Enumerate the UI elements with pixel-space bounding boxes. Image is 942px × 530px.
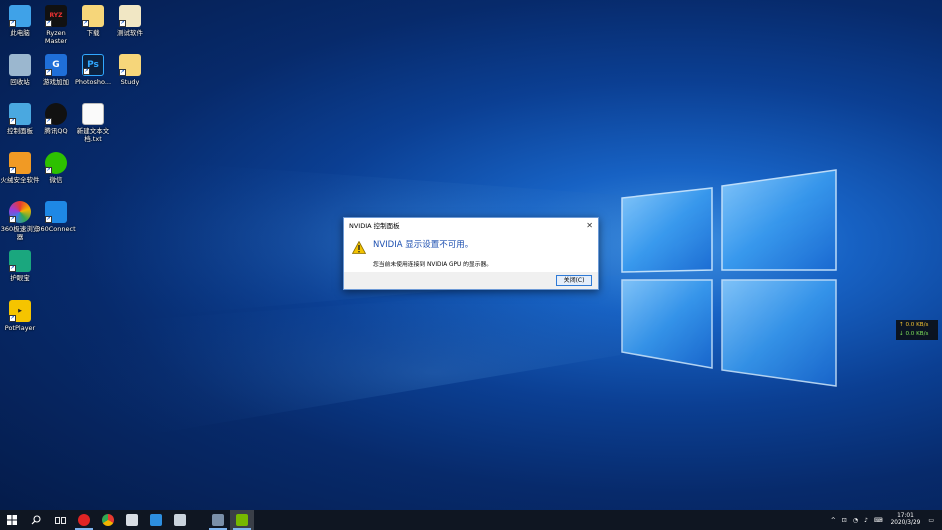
dialog-message: NVIDIA 显示设置不可用。 [373, 240, 474, 250]
desktop-icon-new-text-file[interactable]: 新建文本文档.txt [73, 103, 113, 143]
tray-wifi-icon[interactable]: ◔ [850, 517, 861, 524]
taskbar-spacer [192, 510, 206, 530]
desktop-icon-study[interactable]: ↗ Study [110, 54, 150, 86]
dialog-detail: 您当前未使用连接到 NVIDIA GPU 的显示器。 [373, 262, 493, 268]
taskbar-nvidia-control-panel[interactable] [230, 510, 254, 530]
potplayer-icon: ▶ ↗ [9, 300, 31, 322]
taskbar-app[interactable] [144, 510, 168, 530]
photoshop-icon: Ps ↗ [82, 54, 104, 76]
task-view-icon [54, 516, 66, 524]
desktop-icon-ryzen-master[interactable]: RYZ ↗ Ryzen Master [36, 5, 76, 45]
folder-icon: ↗ [119, 5, 141, 27]
taskbar-nvidia-a[interactable] [206, 510, 230, 530]
folder-icon: ↗ [82, 5, 104, 27]
task-view-button[interactable] [48, 510, 72, 530]
close-button[interactable]: 关闭(C) [556, 275, 592, 286]
360-browser-icon: ↗ [9, 201, 31, 223]
network-speed-widget: ↑ 0.0 KB/s ↓ 0.0 KB/s [896, 320, 938, 340]
desktop-icon-360connect[interactable]: ↗ 360Connect [36, 201, 76, 233]
desktop-icon-360-browser[interactable]: ↗ 360极速浏览器 [0, 201, 40, 241]
nvidia-icon-a [212, 514, 224, 526]
huorong-icon: ↗ [9, 152, 31, 174]
folder-icon: ↗ [119, 54, 141, 76]
download-speed: ↓ 0.0 KB/s [899, 331, 929, 337]
desktop-icon-test-software[interactable]: ↗ 测试软件 [110, 5, 150, 37]
dialog-title: NVIDIA 控制面板 [349, 222, 400, 230]
taskbar-terminal[interactable] [120, 510, 144, 530]
desktop-icon-game-plus[interactable]: G ↗ 游戏加加 [36, 54, 76, 86]
start-button[interactable] [0, 510, 24, 530]
taskbar-netease-music[interactable] [72, 510, 96, 530]
wechat-icon: ↗ [45, 152, 67, 174]
nvidia-control-panel-icon [236, 514, 248, 526]
clock-time: 17:01 [897, 513, 914, 519]
tray-volume-icon[interactable]: ♪ [861, 517, 871, 524]
start-icon [7, 515, 17, 525]
ryzen-master-icon: RYZ ↗ [45, 5, 67, 27]
clock-date: 2020/3/29 [890, 520, 921, 526]
dialog-body: NVIDIA 显示设置不可用。 您当前未使用连接到 NVIDIA GPU 的显示… [344, 232, 598, 273]
desktop-icon-wechat[interactable]: ↗ 微信 [36, 152, 76, 184]
computer-icon: ↗ [9, 5, 31, 27]
recycle-bin-icon [9, 54, 31, 76]
desktop-icon-photoshop[interactable]: Ps ↗ Photosho... [73, 54, 113, 86]
notification-icon[interactable]: ▭ [925, 517, 942, 524]
taskbar-text-editor[interactable] [168, 510, 192, 530]
tray-network-icon[interactable]: ⊡ [839, 517, 850, 524]
search-icon [31, 515, 41, 525]
desktop-icon-recycle-bin[interactable]: 回收站 [0, 54, 40, 86]
tray-chevron-icon[interactable]: ^ [828, 517, 839, 524]
dialog-footer: 关闭(C) [344, 272, 598, 289]
app-icon [150, 514, 162, 526]
search-button[interactable] [24, 510, 48, 530]
text-editor-icon [174, 514, 186, 526]
taskbar: ^ ⊡ ◔ ♪ ⌨ 17:01 2020/3/29 ▭ [0, 510, 942, 530]
warning-icon [352, 241, 366, 254]
desktop-icon-eye-care[interactable]: ↗ 护眼宝 [0, 250, 40, 282]
360-connect-icon: ↗ [45, 201, 67, 223]
dialog-title-bar: NVIDIA 控制面板 ✕ [344, 218, 598, 232]
netease-music-icon [78, 514, 90, 526]
text-file-icon [82, 103, 104, 125]
qq-icon: ↗ [45, 103, 67, 125]
game-plus-icon: G ↗ [45, 54, 67, 76]
terminal-icon [126, 514, 138, 526]
desktop-icon-huorong[interactable]: ↗ 火绒安全软件 [0, 152, 40, 184]
tray-ime-icon[interactable]: ⌨ [871, 517, 886, 524]
desktop-icon-control-panel[interactable]: ↗ 控制面板 [0, 103, 40, 135]
desktop-icon-this-pc[interactable]: ↗ 此电脑 [0, 5, 40, 37]
upload-speed: ↑ 0.0 KB/s [899, 322, 929, 328]
desktop-icon-qq[interactable]: ↗ 腾讯QQ [36, 103, 76, 135]
taskbar-chrome[interactable] [96, 510, 120, 530]
system-tray: ^ ⊡ ◔ ♪ ⌨ 17:01 2020/3/29 ▭ [828, 510, 942, 530]
eye-care-icon: ↗ [9, 250, 31, 272]
chrome-icon [102, 514, 114, 526]
clock[interactable]: 17:01 2020/3/29 [886, 513, 926, 527]
desktop-icon-downloads[interactable]: ↗ 下载 [73, 5, 113, 37]
control-panel-icon: ↗ [9, 103, 31, 125]
close-icon[interactable]: ✕ [586, 221, 593, 230]
desktop-icon-potplayer[interactable]: ▶ ↗ PotPlayer [0, 300, 40, 332]
nvidia-error-dialog: NVIDIA 控制面板 ✕ NVIDIA 显示设置不可用。 您当前未使用连接到 … [343, 217, 599, 290]
